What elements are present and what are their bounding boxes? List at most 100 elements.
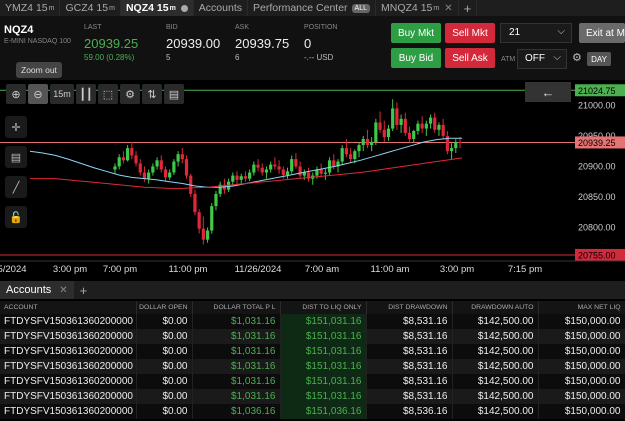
y-tick-label: 20900.00 — [578, 161, 616, 171]
table-cell: $8,536.16 — [366, 404, 453, 419]
candle-body — [235, 175, 239, 180]
tab-accounts[interactable]: Accounts — [194, 0, 248, 16]
tab-gcz4-symbol: GCZ4 — [65, 2, 94, 14]
close-tab-icon[interactable]: ✕ — [444, 3, 452, 14]
candle-body — [172, 161, 176, 173]
table-cell: $142,500.00 — [452, 344, 539, 359]
table-row[interactable]: FTDYSFV150361360200000 $0.00 $1,031.16 $151… — [0, 359, 625, 374]
table-cell: $1,036.16 — [192, 404, 281, 419]
col-max-net-liq[interactable]: MAX NET LIQ — [538, 301, 625, 314]
crosshair-select-icon[interactable]: ⬚ — [98, 84, 118, 104]
instrument-description: E-MINI NASDAQ 100 — [4, 38, 71, 45]
buy-bid-button[interactable]: Buy Bid — [391, 48, 441, 68]
table-cell: $8,531.16 — [366, 359, 453, 374]
candle-body — [365, 138, 370, 146]
candle-body — [449, 148, 454, 152]
col-dist-to-liq[interactable]: DIST TO LIQ ONLY — [280, 301, 367, 314]
crosshair-icon[interactable]: ✛ — [5, 116, 27, 138]
new-tab-button[interactable]: + — [459, 0, 478, 16]
candle-style-icon[interactable]: ┃┃ — [76, 84, 96, 104]
candle-body — [155, 160, 159, 167]
col-drawdown-auto[interactable]: DRAWDOWN AUTO — [452, 301, 539, 314]
tab-performance-center[interactable]: Performance Center ALL — [248, 0, 377, 16]
interval-button[interactable]: 15m — [50, 84, 74, 104]
candle-body — [298, 166, 302, 176]
table-cell: $150,000.00 — [538, 374, 625, 389]
ask-label: ASK — [235, 24, 250, 31]
all-badge: ALL — [351, 3, 371, 13]
table-row[interactable]: FTDYSFV150361360200000 $0.00 $1,031.16 $151… — [0, 374, 625, 389]
col-dollar-total-pl[interactable]: DOLLAR TOTAL P L — [192, 301, 281, 314]
candle-body — [260, 167, 264, 173]
tab-nqz4[interactable]: NQZ4 15 m — [120, 0, 194, 16]
table-cell: $0.00 — [136, 344, 193, 359]
last-price-block: LAST 20939.25 59.00 (0.28%) — [84, 24, 138, 62]
sell-mkt-button[interactable]: Sell Mkt — [445, 23, 495, 43]
tab-ymz4[interactable]: YMZ4 15 m — [0, 0, 61, 16]
tab-performance-center-label: Performance Center — [253, 2, 348, 14]
col-dist-drawdown[interactable]: DIST DRAWDOWN — [366, 301, 453, 314]
indicators-icon[interactable]: ⇅ — [142, 84, 162, 104]
table-row[interactable]: FTDYSFV150361360200000 $0.00 $1,036.16 $151… — [0, 404, 625, 419]
tab-gcz4[interactable]: GCZ4 15 m — [60, 0, 121, 16]
table-cell: $150,000.00 — [538, 404, 625, 419]
col-account[interactable]: ACCOUNT — [0, 301, 137, 314]
price-tag-label: 21024.75 — [578, 86, 616, 96]
table-row[interactable]: FTDYSFV150361360200000 $0.00 $1,031.16 $151… — [0, 389, 625, 404]
draw-line-icon[interactable]: ╱ — [5, 176, 27, 198]
scroll-to-latest-icon[interactable]: ← — [525, 82, 571, 102]
candle-body — [327, 160, 332, 173]
price-chart[interactable]: 21000.00 20950.00 20900.00 20850.00 20800.00… — [0, 80, 625, 276]
tab-mnqz4-unit: m — [433, 4, 440, 12]
tab-accounts-panel[interactable]: Accounts ✕ — [0, 281, 74, 299]
tab-mnqz4[interactable]: MNQZ4 15 m ✕ — [376, 0, 459, 16]
instrument-tab-bar: YMZ4 15 m GCZ4 15 m NQZ4 15 m Accounts Perf… — [0, 0, 625, 16]
table-cell: $0.00 — [136, 314, 193, 329]
quote-panel: NQZ4 E-MINI NASDAQ 100 LAST 20939.25 59.… — [0, 16, 625, 80]
table-row[interactable]: FTDYSFV150361360200000 $0.00 $1,031.16 $151… — [0, 344, 625, 359]
table-cell: $142,500.00 — [452, 329, 539, 344]
tif-day-button[interactable]: DAY — [587, 52, 611, 66]
candle-body — [214, 193, 218, 207]
templates-icon[interactable]: ▤ — [164, 84, 184, 104]
moving-average-line — [29, 137, 462, 188]
table-cell: $142,500.00 — [452, 389, 539, 404]
x-tick-label: 11:00 pm — [169, 264, 208, 275]
candle-body — [231, 175, 235, 182]
candle-body — [210, 206, 214, 231]
price-tag-label: 20939.25 — [578, 138, 616, 148]
zoom-out-icon[interactable]: ⊖ — [28, 84, 48, 104]
instrument-symbol[interactable]: NQZ4 — [4, 24, 71, 36]
table-cell: $8,531.16 — [366, 329, 453, 344]
buy-mkt-button[interactable]: Buy Mkt — [391, 23, 441, 43]
candle-body — [163, 169, 168, 178]
zoom-in-icon[interactable]: ⊕ — [6, 84, 26, 104]
table-cell: $142,500.00 — [452, 359, 539, 374]
y-tick-label: 20850.00 — [578, 192, 616, 202]
notes-icon[interactable]: ▤ — [5, 146, 27, 168]
table-cell: $0.00 — [136, 374, 193, 389]
add-panel-plus-icon[interactable]: + — [80, 283, 88, 298]
candle-body — [142, 172, 147, 179]
chart-settings-icon[interactable]: ⚙ — [120, 84, 140, 104]
col-dollar-open[interactable]: DOLLAR OPEN — [136, 301, 193, 314]
lock-icon[interactable]: 🔓 — [5, 206, 27, 228]
bid-size: 5 — [166, 53, 171, 62]
quantity-select[interactable]: 21 ⌵ — [500, 23, 572, 43]
position-label: POSITION — [304, 24, 338, 31]
x-tick-label: 3:00 pm — [440, 264, 474, 275]
candle-body — [454, 142, 458, 149]
candle-body — [176, 154, 180, 162]
exit-at-market-button[interactable]: Exit at M — [579, 23, 625, 43]
table-cell: FTDYSFV150361360200000 — [0, 344, 137, 359]
sell-ask-button[interactable]: Sell Ask — [445, 48, 495, 68]
chart-canvas[interactable]: 21000.0020950.0020900.0020850.0020800.00… — [0, 80, 625, 276]
table-cell: $1,031.16 — [192, 389, 281, 404]
accounts-tab-label: Accounts — [6, 284, 52, 296]
atm-select[interactable]: OFF ⌵ — [517, 49, 567, 69]
atm-settings-gear-icon[interactable]: ⚙ — [572, 51, 582, 64]
close-icon[interactable]: ✕ — [59, 285, 67, 296]
table-row[interactable]: FTDYSFV150361360200000 $0.00 $1,031.16 $151… — [0, 329, 625, 344]
table-row[interactable]: FTDYSFV150361360200000 $0.00 $1,031.16 $151… — [0, 314, 625, 329]
candle-body — [248, 172, 252, 179]
